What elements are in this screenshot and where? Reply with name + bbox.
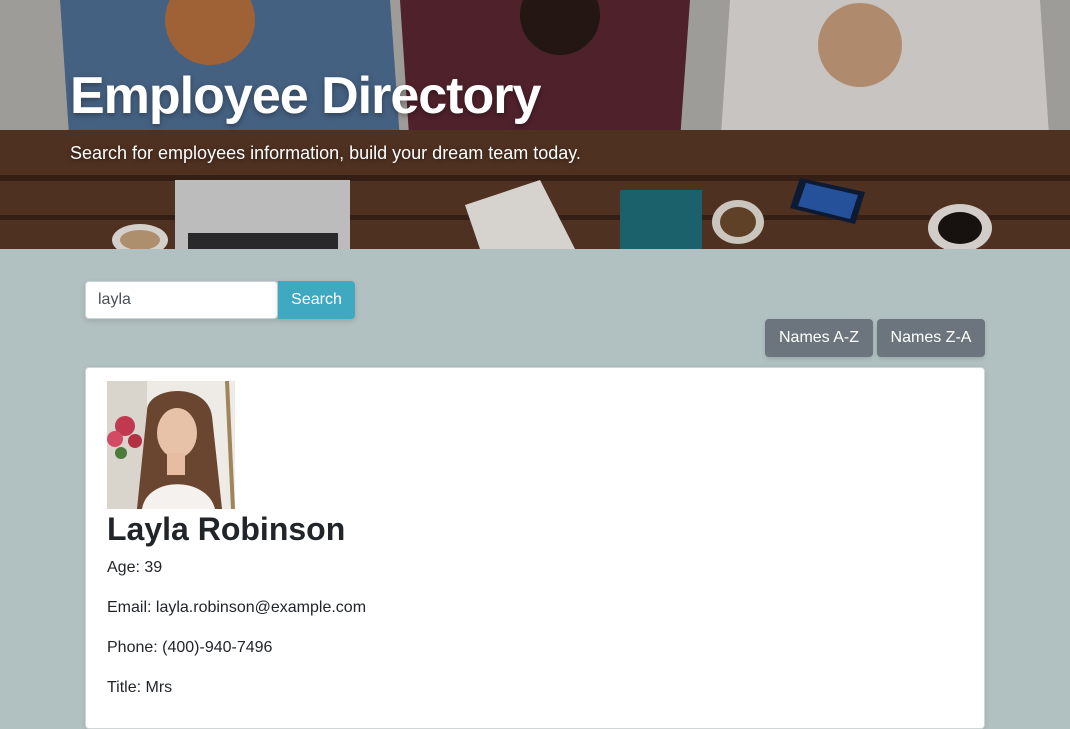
search-input[interactable]	[85, 281, 278, 319]
hero-banner: Employee Directory Search for employees …	[0, 0, 1070, 249]
employee-age: Age: 39	[107, 559, 163, 576]
employee-avatar	[107, 381, 235, 509]
search-button[interactable]: Search	[278, 281, 355, 319]
employee-email: Email: layla.robinson@example.com	[107, 599, 367, 616]
employee-phone: Phone: (400)-940-7496	[107, 639, 273, 656]
sort-names-az-button[interactable]: Names A-Z	[765, 319, 873, 357]
employee-photo	[107, 381, 235, 509]
employee-title: Title: Mrs	[107, 679, 173, 696]
employee-name: Layla Robinson	[107, 511, 346, 547]
page-title: Employee Directory	[70, 67, 541, 125]
sort-names-za-button[interactable]: Names Z-A	[877, 319, 985, 357]
page-subtitle: Search for employees information, build …	[70, 143, 581, 163]
employee-card: Layla Robinson Age: 39 Email: layla.robi…	[85, 367, 985, 729]
